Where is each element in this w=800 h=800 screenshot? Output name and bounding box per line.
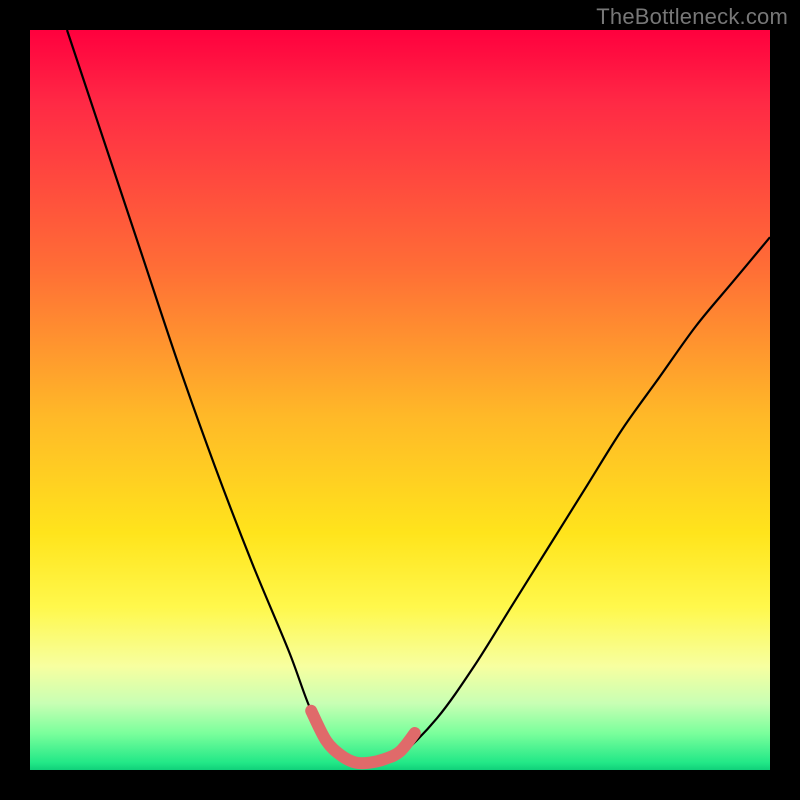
watermark-text: TheBottleneck.com: [596, 4, 788, 30]
curve-svg: [30, 30, 770, 770]
chart-frame: TheBottleneck.com: [0, 0, 800, 800]
plot-area: [30, 30, 770, 770]
highlight-segment-path: [311, 711, 415, 764]
bottleneck-curve-path: [67, 30, 770, 764]
